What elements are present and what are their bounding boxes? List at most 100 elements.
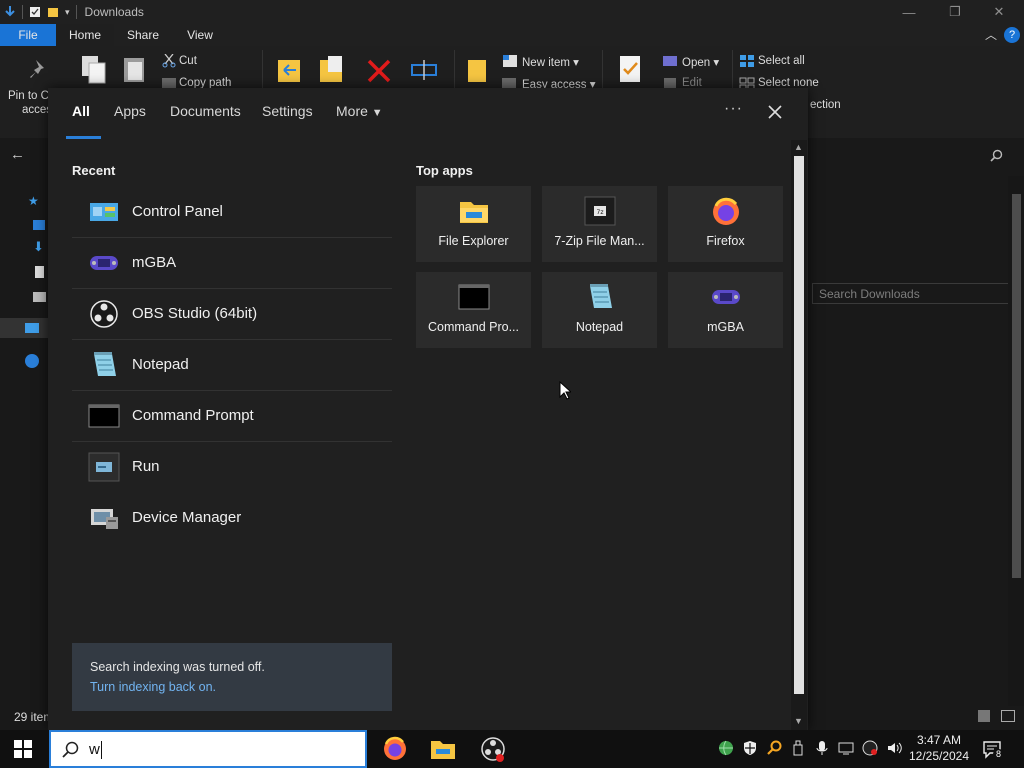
recent-item-run[interactable]: Run [72, 442, 392, 492]
search-filter-tabs: All Apps Documents Settings More ▼ ··· [48, 88, 808, 140]
open-label[interactable]: Open ▾ [682, 55, 719, 69]
scroll-up-icon[interactable]: ▲ [794, 142, 803, 152]
tab-file[interactable]: File [0, 24, 56, 46]
minimize-button[interactable]: — [886, 0, 932, 24]
select-all-label[interactable]: Select all [758, 55, 805, 67]
recent-item-mgba[interactable]: mGBA [72, 238, 392, 289]
invert-selection-label[interactable]: ection [810, 99, 841, 111]
recent-item-notepad[interactable]: Notepad [72, 340, 392, 391]
tab-documents[interactable]: Documents [170, 103, 241, 119]
taskbar-search-input[interactable]: w [89, 741, 100, 758]
paste-icon[interactable] [122, 54, 148, 86]
recent-item-obs[interactable]: OBS Studio (64bit) [72, 289, 392, 340]
open-icon[interactable] [662, 54, 678, 68]
properties-ribbon-icon[interactable] [618, 54, 642, 84]
easy-access-icon[interactable] [502, 78, 516, 88]
tray-obs-icon[interactable] [862, 740, 878, 756]
title-bar: ▾ Downloads — ❐ ✕ [0, 0, 1024, 24]
delete-icon[interactable] [366, 58, 392, 84]
download-arrow-icon[interactable] [4, 6, 16, 18]
recent-item-control-panel[interactable]: Control Panel [72, 187, 392, 238]
tab-more[interactable]: More ▼ [336, 103, 383, 119]
collapse-ribbon-icon[interactable]: ︿ [982, 24, 1000, 46]
pin-icon[interactable] [28, 58, 50, 80]
windows-logo-icon [14, 740, 32, 758]
top-app-mgba[interactable]: mGBA [668, 272, 783, 348]
search-icon[interactable] [990, 149, 1003, 162]
taskbar-obs-icon[interactable] [478, 734, 508, 764]
cut-icon[interactable] [162, 54, 176, 68]
edit-icon[interactable] [664, 78, 676, 88]
desktop-icon[interactable] [33, 220, 45, 230]
large-icons-view-icon[interactable] [1001, 710, 1015, 722]
top-app-command-prompt[interactable]: Command Pro... [416, 272, 531, 348]
new-folder-icon[interactable] [47, 6, 59, 18]
action-center-button[interactable]: 8 [982, 739, 1004, 760]
quick-access-star-icon[interactable]: ★ [28, 194, 39, 208]
top-app-file-explorer[interactable]: File Explorer [416, 186, 531, 262]
tray-microphone-icon[interactable] [814, 740, 830, 756]
new-folder-ribbon-icon[interactable] [466, 56, 488, 84]
taskbar-firefox-icon[interactable] [380, 734, 410, 764]
this-pc-item[interactable] [0, 318, 48, 338]
documents-icon[interactable] [35, 266, 44, 278]
tray-usb-icon[interactable] [790, 740, 806, 756]
this-pc-icon[interactable] [25, 323, 39, 333]
close-icon[interactable] [768, 105, 782, 119]
help-icon[interactable]: ? [1004, 27, 1020, 43]
copy-path-icon[interactable] [162, 78, 176, 88]
recent-item-command-prompt[interactable]: Command Prompt [72, 391, 392, 442]
scrollbar-thumb[interactable] [794, 156, 804, 694]
command-prompt-icon [458, 284, 490, 310]
file-list-scrollbar[interactable] [1008, 176, 1024, 706]
properties-icon[interactable] [29, 6, 41, 18]
flyout-scrollbar[interactable]: ▲ ▼ [791, 140, 807, 730]
cut-label[interactable]: Cut [179, 55, 197, 67]
system-clock[interactable]: 3:47 AM 12/25/2024 [906, 732, 972, 764]
downloads-icon[interactable]: ⬇ [33, 239, 44, 255]
tray-security-shield-icon[interactable] [742, 740, 758, 756]
pin-label[interactable]: Pin to C [8, 90, 49, 102]
details-view-icon[interactable] [978, 710, 990, 722]
pictures-icon[interactable] [33, 292, 46, 302]
tab-share[interactable]: Share [114, 24, 172, 46]
tab-home[interactable]: Home [56, 24, 114, 46]
tab-all[interactable]: All [72, 103, 90, 119]
tab-apps[interactable]: Apps [114, 103, 146, 119]
recent-item-device-manager[interactable]: Device Manager [72, 493, 392, 543]
copy-to-icon[interactable] [318, 54, 346, 86]
taskbar-search-box[interactable]: w [49, 730, 367, 768]
customize-quick-access-icon[interactable]: ▾ [65, 7, 70, 18]
navigation-pane: ★ ⬇ [0, 176, 48, 706]
top-app-notepad[interactable]: Notepad [542, 272, 657, 348]
move-to-icon[interactable] [276, 54, 304, 86]
rename-icon[interactable] [410, 58, 438, 82]
select-all-icon[interactable] [739, 54, 755, 68]
tray-display-icon[interactable] [838, 740, 854, 756]
tray-search-orange-icon[interactable] [766, 740, 782, 756]
taskbar-file-explorer-icon[interactable] [428, 734, 458, 764]
top-app-firefox[interactable]: Firefox [668, 186, 783, 262]
new-item-icon[interactable] [502, 54, 518, 68]
tab-settings[interactable]: Settings [262, 103, 313, 119]
new-item-label[interactable]: New item ▾ [522, 55, 579, 69]
copy-icon[interactable] [80, 54, 108, 86]
recent-heading: Recent [72, 163, 116, 178]
turn-indexing-on-link[interactable]: Turn indexing back on. [90, 680, 216, 694]
tray-network-globe-icon[interactable] [718, 740, 734, 756]
tab-view[interactable]: View [172, 24, 228, 46]
top-apps-heading: Top apps [416, 163, 473, 178]
back-arrow-icon[interactable]: ← [10, 146, 25, 163]
restore-button[interactable]: ❐ [932, 0, 978, 24]
search-downloads-input[interactable]: Search Downloads [812, 283, 1010, 304]
mouse-cursor-icon [559, 381, 571, 400]
divider [732, 50, 733, 90]
scroll-down-icon[interactable]: ▼ [794, 716, 803, 726]
more-options-icon[interactable]: ··· [724, 100, 743, 118]
top-app-7zip[interactable]: 7z 7-Zip File Man... [542, 186, 657, 262]
start-button[interactable] [0, 730, 48, 768]
network-icon[interactable] [25, 354, 39, 368]
tray-volume-icon[interactable] [886, 740, 902, 756]
close-window-button[interactable]: ✕ [976, 0, 1022, 24]
taskbar: w 3:47 AM 12/25/2024 8 [0, 730, 1024, 768]
